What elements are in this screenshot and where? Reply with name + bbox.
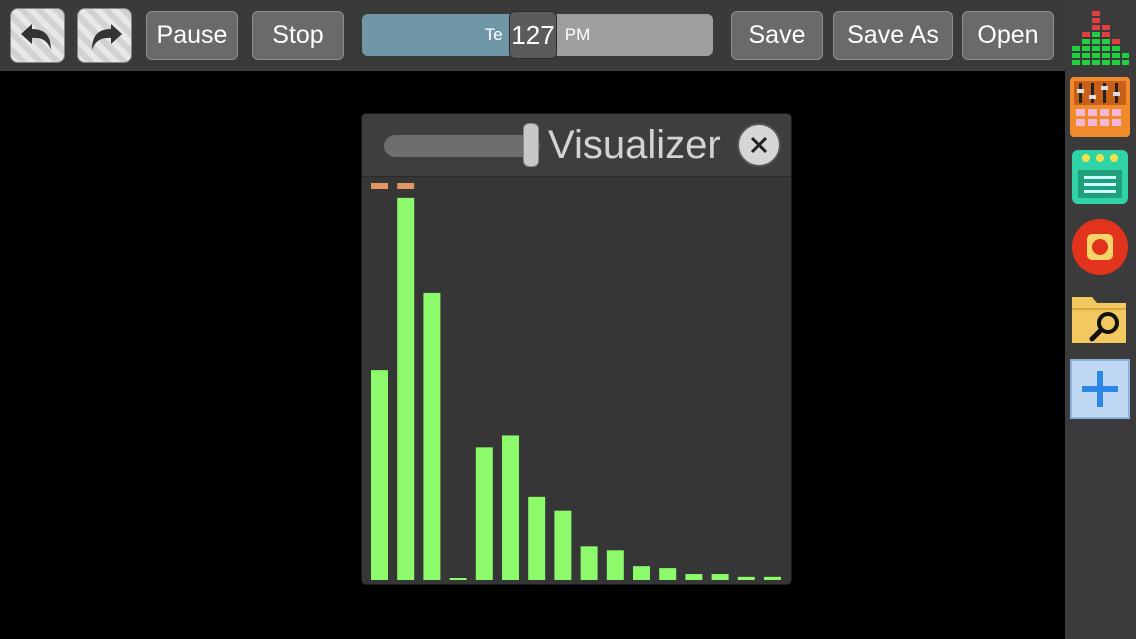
visualizer-gain-slider[interactable]	[384, 135, 540, 157]
undo-button[interactable]	[10, 8, 65, 63]
tempo-value-handle[interactable]: 127	[509, 11, 557, 59]
close-button[interactable]	[737, 123, 781, 167]
sidebar-item-file-browser[interactable]	[1070, 287, 1130, 347]
pause-button[interactable]: Pause	[146, 11, 238, 60]
undo-arrow-icon	[20, 23, 51, 50]
visualizer-gain-slider-thumb[interactable]	[523, 123, 539, 167]
visualizer-title: Visualizer	[548, 123, 721, 167]
mixer-drum-pad-icon	[1070, 77, 1130, 137]
instrument-sidebar	[1065, 0, 1136, 639]
spectrum-bar	[633, 566, 650, 580]
sidebar-item-recorder[interactable]	[1070, 215, 1130, 275]
spectrum-bar	[580, 546, 598, 580]
spectrum-bar	[371, 370, 388, 580]
spectrum-bar	[502, 435, 519, 580]
record-icon	[1072, 219, 1128, 275]
save-as-button[interactable]: Save As	[833, 11, 953, 60]
save-button[interactable]: Save	[731, 11, 823, 60]
top-toolbar: Pause Stop Te PM 127 Save Save As Open	[0, 0, 1065, 71]
visualizer-header: Visualizer	[362, 114, 791, 177]
folder-search-icon	[1072, 297, 1126, 343]
spectrum-bar	[397, 197, 415, 581]
spectrum-bar	[659, 568, 677, 580]
redo-button[interactable]	[77, 8, 132, 63]
open-button[interactable]: Open	[962, 11, 1054, 60]
spectrum-bar	[449, 578, 467, 580]
sidebar-item-visualizer[interactable]	[1070, 8, 1130, 68]
sidebar-item-sequencer[interactable]	[1070, 146, 1130, 206]
visualizer-panel: Visualizer	[361, 113, 792, 585]
sidebar-item-add-instrument[interactable]	[1070, 359, 1130, 419]
spectrum-bar	[711, 574, 729, 580]
spectrum-bar	[606, 550, 624, 580]
spectrum-peak-marker	[371, 183, 388, 189]
spectrum-bar	[737, 576, 755, 580]
stop-button[interactable]: Stop	[252, 11, 344, 60]
spectrum-peak-marker	[397, 183, 415, 189]
sidebar-item-mixer[interactable]	[1070, 77, 1130, 137]
spectrum-bar	[528, 496, 546, 580]
spectrum-bar	[423, 292, 441, 580]
spectrum-bar	[685, 574, 703, 580]
spectrum-bar	[764, 576, 781, 580]
visualizer-equalizer-icon	[1072, 11, 1129, 65]
add-instrument-icon	[1070, 359, 1130, 419]
spectrum-bars	[371, 183, 781, 581]
spectrum-bar	[475, 447, 493, 580]
sequencer-notes-icon	[1072, 150, 1128, 204]
spectrum-bar	[554, 510, 572, 580]
redo-arrow-icon	[91, 23, 122, 50]
close-icon	[750, 136, 768, 154]
